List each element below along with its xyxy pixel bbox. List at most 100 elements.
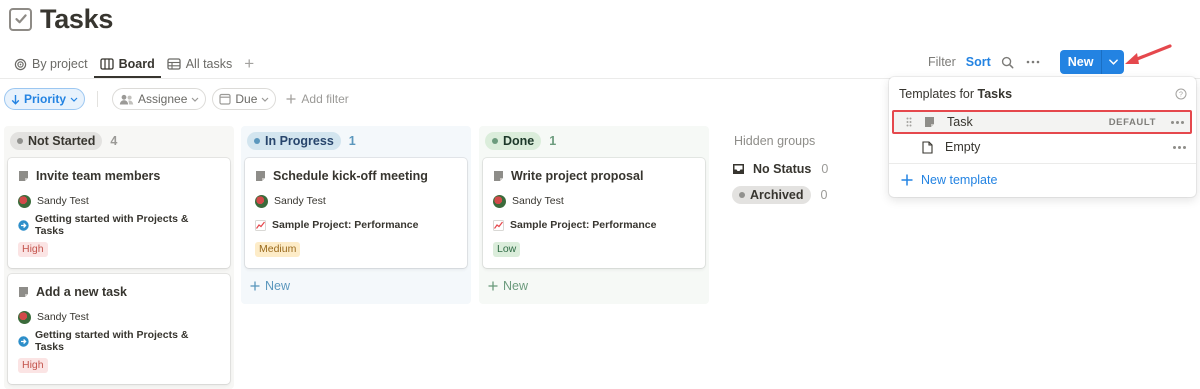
chart-trend-icon — [493, 219, 504, 231]
avatar — [18, 194, 31, 208]
due-filter-chip[interactable]: Due — [212, 88, 277, 110]
project-name: Sample Project: Performance — [272, 219, 419, 231]
column-count: 4 — [110, 134, 118, 148]
view-tabs: By project Board All tasks + — [8, 50, 260, 78]
tab-label: All tasks — [185, 57, 233, 71]
tab-board[interactable]: Board — [93, 50, 161, 78]
template-item-task[interactable]: Task DEFAULT — [892, 110, 1192, 134]
arrow-down-icon — [11, 94, 20, 105]
card-assignee: Sandy Test — [493, 194, 695, 208]
status-pill[interactable]: In Progress — [247, 132, 341, 150]
page-icon — [494, 171, 503, 181]
sort-button[interactable]: Sort — [966, 55, 991, 69]
priority-tag: Medium — [255, 242, 301, 257]
card-assignee: Sandy Test — [18, 194, 220, 208]
priority-tag: Low — [493, 242, 521, 257]
arrow-circle-icon — [18, 335, 29, 347]
tab-label: Board — [118, 57, 155, 71]
search-icon[interactable] — [1001, 56, 1014, 69]
tab-all-tasks[interactable]: All tasks — [161, 50, 239, 78]
more-options-icon[interactable] — [1026, 60, 1040, 64]
page-title: Tasks — [40, 3, 114, 34]
template-item-empty[interactable]: Empty — [892, 135, 1192, 159]
page-icon — [19, 287, 28, 297]
assignee-name: Sandy Test — [37, 195, 89, 207]
task-card[interactable]: Schedule kick-off meeting Sandy Test Sam… — [245, 158, 467, 268]
more-options-icon[interactable] — [1173, 145, 1186, 149]
card-project[interactable]: Sample Project: Performance — [255, 218, 457, 232]
priority-tag: High — [18, 358, 48, 373]
templates-header: Templates for Tasks ? — [899, 87, 1187, 101]
board-icon — [99, 58, 114, 70]
status-dot-icon — [17, 138, 23, 144]
templates-dropdown: Templates for Tasks ? Task DEFAULT Empty… — [889, 77, 1196, 197]
filter-button[interactable]: Filter — [928, 55, 956, 69]
task-card[interactable]: Invite team members Sandy Test Getting s… — [8, 158, 230, 268]
new-template-button[interactable]: New template — [901, 173, 997, 187]
project-name: Sample Project: Performance — [510, 219, 657, 231]
chip-divider — [97, 91, 99, 107]
more-options-icon[interactable] — [1171, 120, 1184, 124]
card-title-text: Invite team members — [36, 169, 161, 183]
assignee-name: Sandy Test — [274, 195, 326, 207]
plus-icon — [488, 281, 498, 291]
toolbar: Filter Sort New — [928, 50, 1125, 74]
column-not-started: Not Started 4 Invite team members Sandy … — [4, 126, 234, 389]
calendar-icon — [219, 93, 231, 105]
page-icon — [925, 117, 934, 127]
help-icon[interactable]: ? — [1175, 88, 1187, 100]
status-pill[interactable]: Done — [485, 132, 542, 150]
new-button-group: New — [1059, 50, 1125, 74]
annotation-arrow-icon — [1125, 44, 1172, 64]
task-card[interactable]: Write project proposal Sandy Test Sample… — [483, 158, 705, 268]
hidden-group-archived[interactable]: Archived 0 — [728, 182, 868, 208]
table-icon — [167, 58, 181, 70]
card-title: Schedule kick-off meeting — [255, 168, 457, 184]
chip-label: Due — [235, 92, 258, 106]
tab-by-project[interactable]: By project — [8, 50, 94, 78]
assignee-filter-chip[interactable]: Assignee — [112, 88, 207, 110]
chart-trend-icon — [255, 219, 266, 231]
status-pill[interactable]: Not Started — [10, 132, 103, 150]
task-card[interactable]: Add a new task Sandy Test Getting starte… — [8, 274, 230, 384]
add-view-button[interactable]: + — [238, 54, 260, 74]
status-dot-icon — [492, 138, 498, 144]
svg-text:?: ? — [1179, 92, 1183, 99]
hidden-group-label: Archived — [750, 188, 804, 202]
priority-tag: High — [18, 242, 48, 257]
new-card-button[interactable]: New — [250, 279, 290, 293]
hidden-group-label: No Status — [753, 162, 812, 176]
card-project[interactable]: Sample Project: Performance — [493, 218, 695, 232]
chevron-down-icon — [70, 97, 78, 102]
plus-icon — [286, 94, 296, 104]
status-label: Not Started — [28, 134, 96, 148]
plus-icon — [901, 174, 913, 186]
filter-bar: Priority Assignee Due Add filter — [4, 88, 349, 110]
new-button[interactable]: New — [1059, 50, 1103, 74]
plus-icon — [250, 281, 260, 291]
new-card-button[interactable]: New — [488, 279, 528, 293]
column-header: Done 1 — [479, 126, 709, 156]
templates-title: Templates for Tasks — [899, 87, 1012, 101]
hidden-group-no-status[interactable]: No Status 0 — [728, 156, 868, 182]
chip-label: Priority — [24, 92, 67, 106]
page-icon — [19, 171, 28, 181]
project-name: Getting started with Projects & Tasks — [34, 213, 189, 237]
people-icon — [119, 94, 134, 104]
status-pill: Archived — [732, 186, 811, 204]
target-icon — [14, 58, 27, 70]
avatar — [493, 194, 506, 208]
templates-title-prefix: Templates for — [899, 87, 975, 101]
priority-sort-chip[interactable]: Priority — [4, 88, 86, 110]
add-filter-button[interactable]: Add filter — [286, 92, 349, 106]
template-label: Task — [947, 115, 973, 129]
blank-page-icon — [922, 140, 933, 154]
avatar — [18, 310, 31, 324]
card-project[interactable]: Getting started with Projects & Tasks — [18, 213, 220, 237]
page-header: Tasks — [9, 2, 113, 36]
templates-title-db: Tasks — [977, 87, 1013, 101]
card-project[interactable]: Getting started with Projects & Tasks — [18, 329, 220, 353]
card-title: Write project proposal — [493, 168, 695, 184]
drag-handle-icon[interactable] — [906, 117, 912, 127]
card-title-text: Add a new task — [36, 285, 127, 299]
